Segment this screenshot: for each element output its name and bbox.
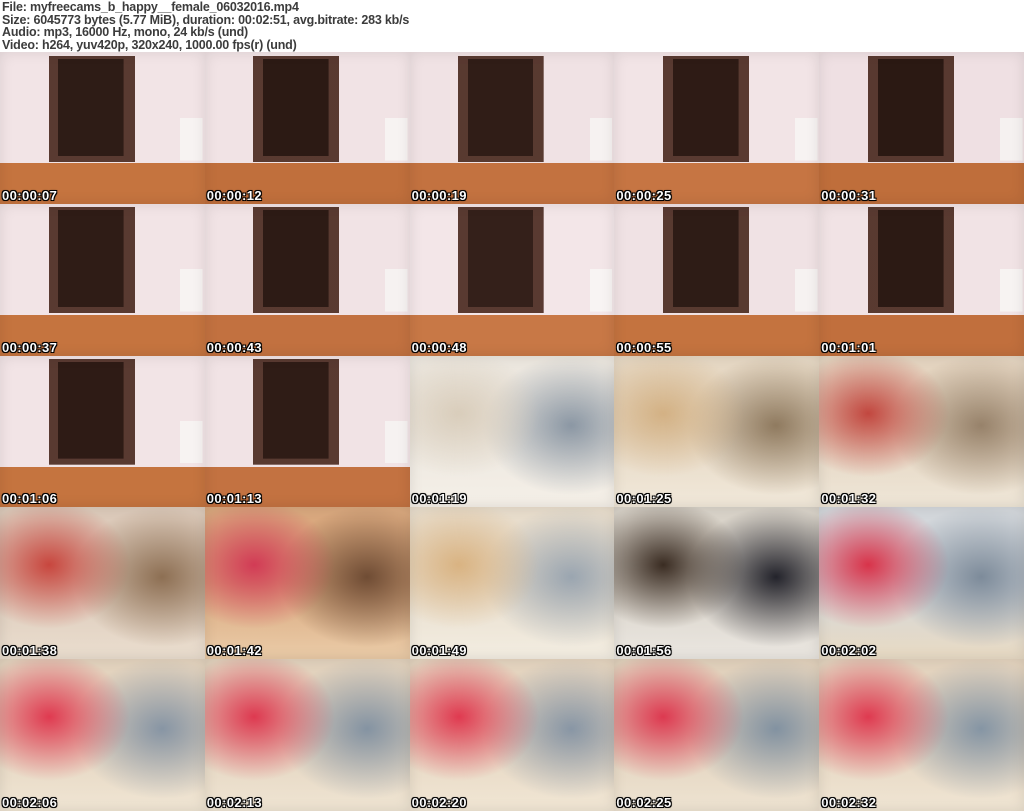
timestamp-overlay: 00:01:25 — [616, 491, 672, 507]
video-thumbnail: 00:00:55 — [614, 203, 820, 356]
thumbnail-grid: 00:00:07 00:00:12 00:00:19 00:00:25 00:0… — [0, 52, 1024, 811]
video-thumbnail: 00:01:06 — [0, 355, 205, 508]
video-thumbnail: 00:01:13 — [204, 355, 410, 508]
video-thumbnail: 00:02:20 — [409, 659, 615, 811]
timestamp-overlay: 00:00:37 — [2, 339, 58, 355]
video-thumbnail: 00:00:37 — [0, 203, 205, 356]
video-thumbnail: 00:02:13 — [204, 659, 410, 811]
timestamp-overlay: 00:00:07 — [2, 187, 58, 203]
timestamp-overlay: 00:01:38 — [2, 643, 58, 659]
video-thumbnail: 00:01:25 — [614, 355, 820, 508]
video-thumbnail: 00:00:12 — [204, 52, 410, 204]
video-thumbnail: 00:00:43 — [204, 203, 410, 356]
timestamp-overlay: 00:02:02 — [821, 643, 877, 659]
video-thumbnail: 00:01:56 — [614, 507, 820, 660]
video-thumbnail: 00:02:25 — [614, 659, 820, 811]
video-thumbnail: 00:00:07 — [0, 52, 205, 204]
video-thumbnail: 00:01:19 — [409, 355, 615, 508]
timestamp-overlay: 00:00:48 — [411, 339, 467, 355]
timestamp-overlay: 00:01:32 — [821, 491, 877, 507]
timestamp-overlay: 00:00:43 — [206, 339, 263, 355]
video-thumbnail: 00:01:32 — [819, 355, 1024, 508]
timestamp-overlay: 00:00:55 — [616, 339, 672, 355]
timestamp-overlay: 00:00:19 — [411, 187, 467, 203]
timestamp-overlay: 00:02:06 — [2, 795, 58, 810]
timestamp-overlay: 00:02:32 — [821, 795, 877, 810]
timestamp-overlay: 00:00:31 — [821, 187, 877, 203]
timestamp-overlay: 00:00:25 — [616, 187, 672, 203]
timestamp-overlay: 00:01:56 — [616, 643, 672, 659]
video-info-line: Video: h264, yuv420p, 320x240, 1000.00 f… — [2, 38, 297, 53]
video-thumbnail: 00:00:48 — [409, 203, 615, 356]
timestamp-overlay: 00:02:13 — [206, 795, 263, 810]
video-thumbnail: 00:00:31 — [819, 52, 1024, 204]
video-thumbnail: 00:02:02 — [819, 507, 1024, 660]
video-thumbnail: 00:01:38 — [0, 507, 205, 660]
video-thumbnail: 00:02:06 — [0, 659, 205, 811]
video-contact-sheet: File: myfreecams_b_happy__female_0603201… — [0, 0, 1024, 811]
video-thumbnail: 00:01:01 — [819, 203, 1024, 356]
video-thumbnail: 00:00:19 — [409, 52, 615, 204]
timestamp-overlay: 00:01:42 — [206, 643, 263, 659]
timestamp-overlay: 00:02:20 — [411, 795, 467, 810]
timestamp-overlay: 00:01:19 — [411, 491, 467, 507]
video-thumbnail: 00:02:32 — [819, 659, 1024, 811]
timestamp-overlay: 00:01:01 — [821, 339, 877, 355]
timestamp-overlay: 00:01:49 — [411, 643, 467, 659]
file-name-line: File: myfreecams_b_happy__female_0603201… — [2, 0, 299, 14]
timestamp-overlay: 00:02:25 — [616, 795, 672, 810]
video-thumbnail: 00:01:49 — [409, 507, 615, 660]
video-thumbnail: 00:01:42 — [204, 507, 410, 660]
timestamp-overlay: 00:00:12 — [206, 187, 263, 203]
timestamp-overlay: 00:01:13 — [206, 491, 263, 507]
media-info-header: File: myfreecams_b_happy__female_0603201… — [0, 0, 1024, 52]
timestamp-overlay: 00:01:06 — [2, 491, 58, 507]
video-thumbnail: 00:00:25 — [614, 52, 820, 204]
